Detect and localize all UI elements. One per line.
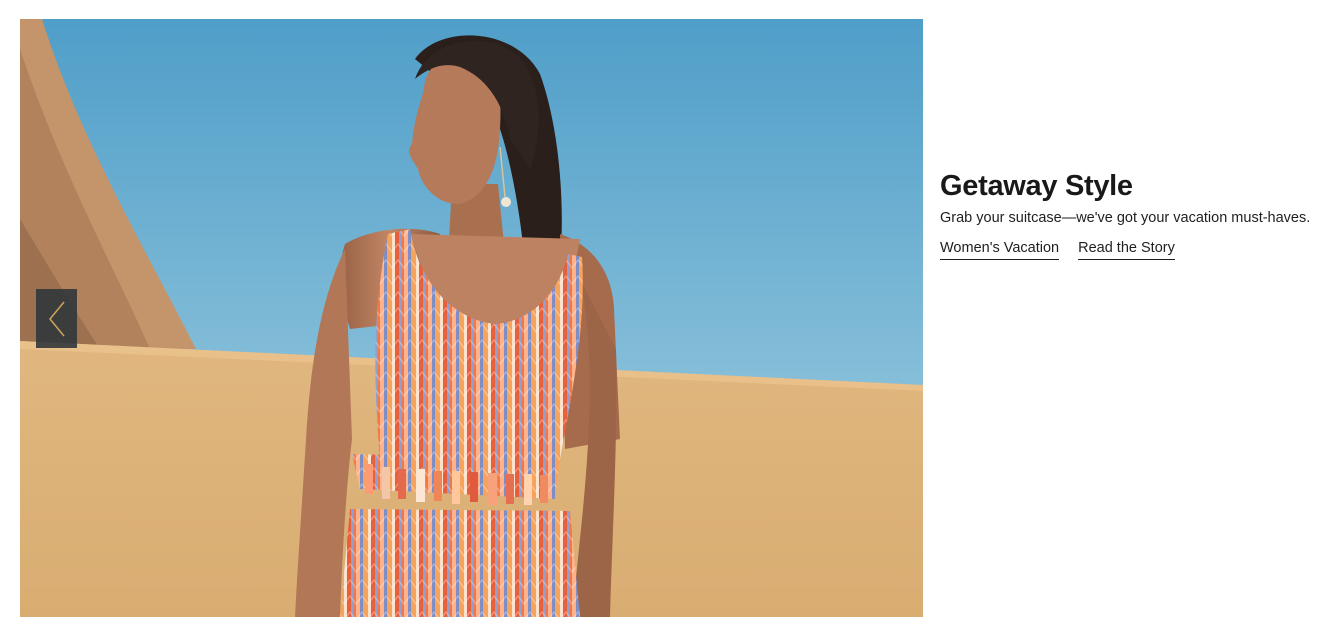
promo-module: Getaway Style Grab your suitcase—we've g…	[0, 0, 1329, 617]
promo-subtitle: Grab your suitcase—we've got your vacati…	[940, 210, 1311, 226]
read-the-story-link[interactable]: Read the Story	[1078, 238, 1175, 260]
promo-copy: Getaway Style Grab your suitcase—we've g…	[940, 168, 1315, 260]
carousel-prev-button[interactable]	[36, 289, 77, 348]
hero-illustration	[20, 19, 923, 617]
promo-links: Women's Vacation Read the Story	[940, 238, 1315, 260]
chevron-left-icon	[48, 300, 65, 337]
promo-title: Getaway Style	[940, 170, 1133, 202]
womens-vacation-link[interactable]: Women's Vacation	[940, 238, 1060, 260]
hero-image[interactable]	[20, 19, 923, 617]
